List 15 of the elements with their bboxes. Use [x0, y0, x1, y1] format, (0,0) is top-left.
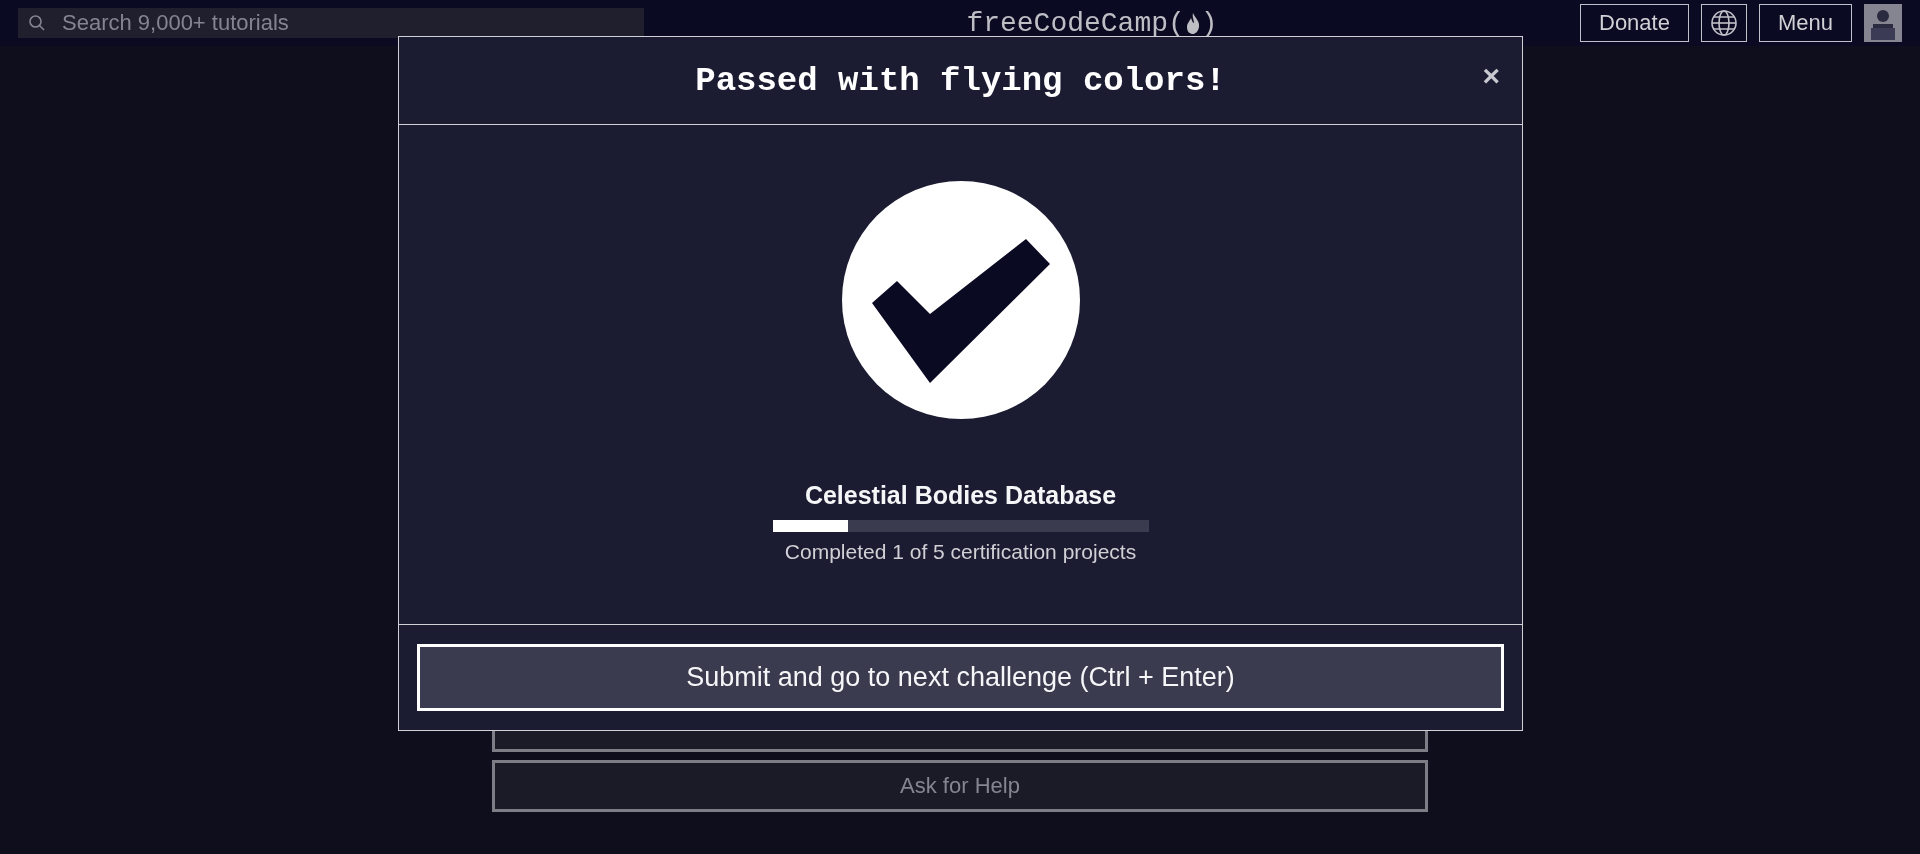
menu-button[interactable]: Menu [1758, 4, 1852, 42]
search-field[interactable]: Search 9,000+ tutorials [18, 8, 644, 38]
donate-button[interactable]: Donate [1580, 4, 1689, 42]
search-icon [28, 14, 46, 32]
logo-text: freeCodeCamp( [966, 7, 1185, 39]
checkmark-icon [841, 181, 1080, 419]
close-button[interactable]: × [1478, 59, 1504, 93]
submit-button[interactable]: Submit and go to next challenge (Ctrl + Enter) [417, 644, 1504, 711]
project-title: Celestial Bodies Database [804, 481, 1117, 510]
page-button[interactable]: Ask for Help [492, 760, 1428, 812]
logo-text: ) [1200, 7, 1218, 39]
flame-icon [1184, 11, 1201, 35]
globe-icon[interactable] [1700, 4, 1747, 42]
progress-text: Completed 1 of 5 certification projects [784, 540, 1137, 564]
modal-title: Passed with flying colors! [695, 61, 1226, 100]
